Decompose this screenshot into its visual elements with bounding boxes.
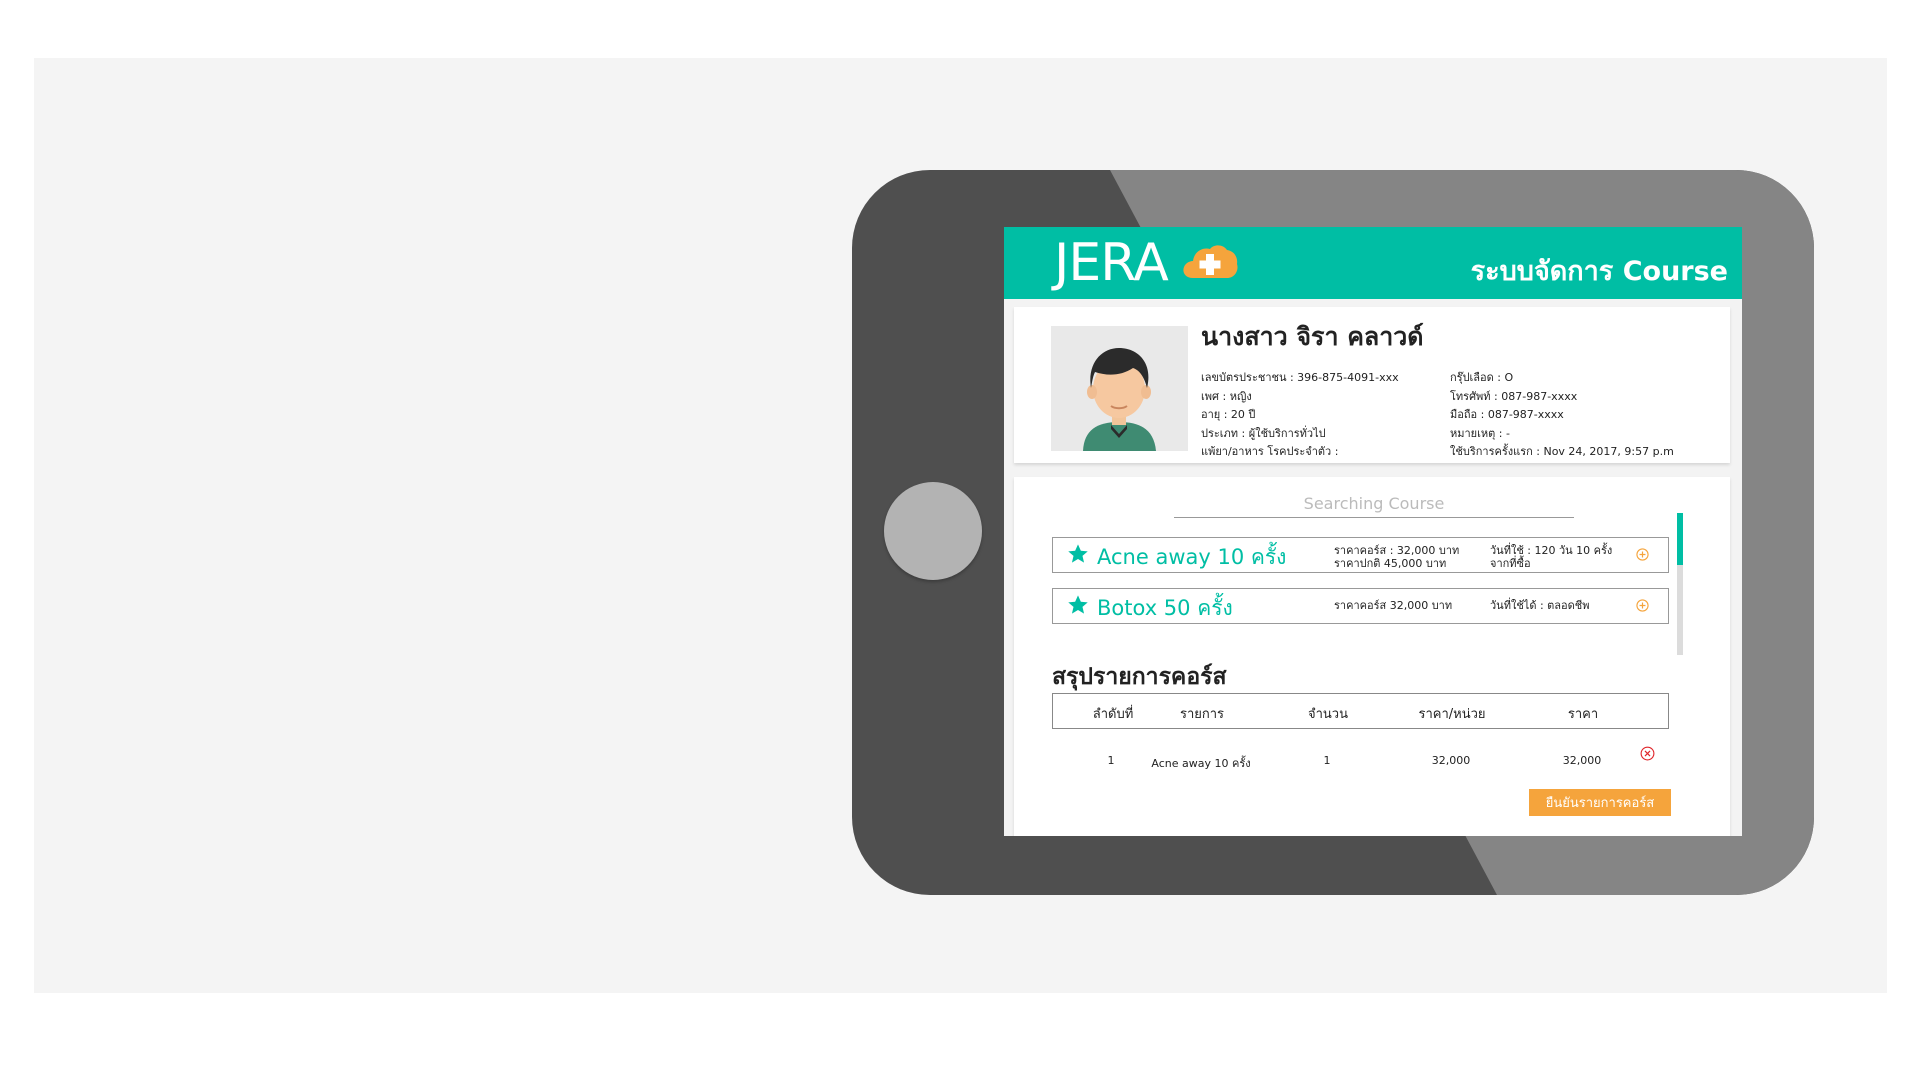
course-price-value: ราคาคอร์ส 32,000 บาท <box>1334 599 1453 612</box>
course-panel: Acne away 10 ครั้ง ราคาคอร์ส : 32,000 บา… <box>1014 477 1730 836</box>
patient-name: นางสาว จิรา คลาวด์ <box>1201 322 1424 351</box>
course-regular-price: ราคาปกติ 45,000 บาท <box>1334 557 1447 570</box>
plus-cloud-icon <box>1183 245 1238 278</box>
column-header-order: ลำดับที่ <box>1092 707 1134 722</box>
course-usage: วันที่ใช้ได้ : ตลอดชีพ <box>1490 599 1590 612</box>
search-field <box>1174 491 1574 518</box>
user-avatar <box>1051 326 1188 451</box>
tablet-home-button[interactable] <box>884 482 982 580</box>
course-usage-note: จากที่ซื้อ <box>1490 557 1531 570</box>
patient-first-visit: ใช้บริการครั้งแรก : Nov 24, 2017, 9:57 p… <box>1450 445 1674 459</box>
patient-blood-type: กรุ๊ปเลือด : O <box>1450 371 1514 384</box>
course-item[interactable]: Botox 50 ครั้ง ราคาคอร์ส 32,000 บาท วันท… <box>1052 588 1669 624</box>
star-icon <box>1068 544 1088 563</box>
patient-phone: โทรศัพท์ : 087-987-xxxx <box>1450 389 1578 403</box>
cell-unit-price: 32,000 <box>1431 754 1471 767</box>
patient-type: ประเภท : ผู้ใช้บริการทั่วไป <box>1201 426 1326 440</box>
column-header-price: ราคา <box>1567 707 1599 722</box>
course-price: ราคาคอร์ส : 32,000 บาท ราคาปกติ 45,000 บ… <box>1334 544 1459 570</box>
add-circle-icon[interactable] <box>1636 548 1649 561</box>
patient-age: อายุ : 20 ปี <box>1201 408 1256 422</box>
course-item[interactable]: Acne away 10 ครั้ง ราคาคอร์ส : 32,000 บา… <box>1052 537 1669 573</box>
course-usage-days: วันที่ใช้ได้ : ตลอดชีพ <box>1490 599 1590 612</box>
patient-profile-card: นางสาว จิรา คลาวด์ เลขบัตรประชาชน : 396-… <box>1014 307 1730 463</box>
search-input[interactable] <box>1174 491 1574 515</box>
summary-title: สรุปรายการคอร์ส <box>1052 664 1227 690</box>
course-usage-days: วันที่ใช้ : 120 วัน 10 ครั้ง <box>1490 544 1613 557</box>
patient-gender: เพศ : หญิง <box>1201 389 1252 403</box>
cell-order: 1 <box>1107 754 1115 767</box>
app-header: JERA ระบบจัดการ Course <box>1004 227 1742 299</box>
patient-info-right: กรุ๊ปเลือด : O โทรศัพท์ : 087-987-xxxx ม… <box>1450 369 1674 462</box>
confirm-course-button[interactable]: ยืนยันรายการคอร์ส <box>1529 789 1671 816</box>
cell-item: Acne away 10 ครั้ง <box>1151 757 1251 770</box>
app-logo-text: JERA <box>1054 233 1169 293</box>
patient-id-card: เลขบัตรประชาชน : 396-875-4091-xxx <box>1201 371 1399 384</box>
patient-note: หมายเหตุ : - <box>1450 426 1510 440</box>
course-list-scrollbar[interactable] <box>1677 513 1683 655</box>
cell-price: 32,000 <box>1562 754 1602 767</box>
course-name: Acne away 10 ครั้ง <box>1097 545 1287 569</box>
patient-allergies: แพ้ยา/อาหาร โรคประจำตัว : <box>1201 445 1339 459</box>
patient-info-left: เลขบัตรประชาชน : 396-875-4091-xxx เพศ : … <box>1201 369 1399 462</box>
course-usage: วันที่ใช้ : 120 วัน 10 ครั้ง จากที่ซื้อ <box>1490 544 1612 570</box>
star-icon <box>1068 595 1088 614</box>
cell-quantity: 1 <box>1323 754 1331 767</box>
page-title: ระบบจัดการ Course <box>1470 256 1728 287</box>
patient-mobile: มือถือ : 087-987-xxxx <box>1450 408 1564 422</box>
column-header-quantity: จำนวน <box>1308 707 1348 722</box>
column-header-unit-price: ราคา/หน่วย <box>1418 707 1486 722</box>
scrollbar-thumb[interactable] <box>1677 513 1683 565</box>
course-name: Botox 50 ครั้ง <box>1097 596 1233 620</box>
remove-circle-icon[interactable] <box>1640 746 1655 761</box>
column-header-item: รายการ <box>1179 707 1225 722</box>
app-screen: JERA ระบบจัดการ Course นางสาว จิรา คลาวด… <box>1004 227 1742 836</box>
summary-table-header: ลำดับที่ รายการ จำนวน ราคา/หน่วย ราคา <box>1052 693 1669 729</box>
course-price-value: ราคาคอร์ส : 32,000 บาท <box>1334 544 1460 557</box>
add-circle-icon[interactable] <box>1636 599 1649 612</box>
course-price: ราคาคอร์ส 32,000 บาท <box>1334 599 1452 612</box>
